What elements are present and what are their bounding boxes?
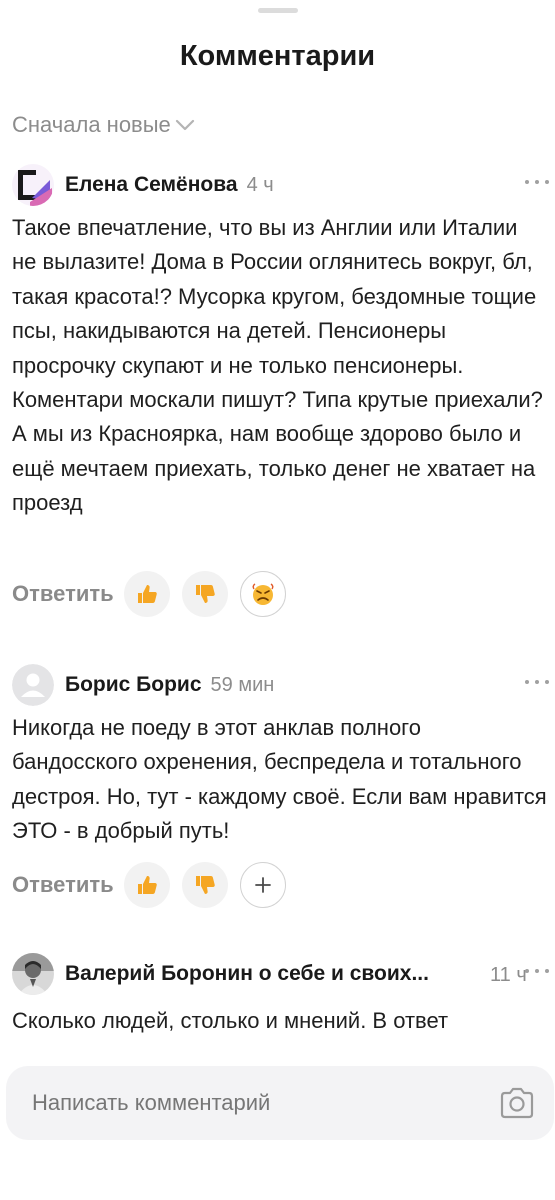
reply-button[interactable]: Ответить bbox=[12, 581, 114, 607]
comment-text: Никогда не поеду в этот анклав полного б… bbox=[12, 715, 547, 844]
comment-actions: Ответить bbox=[12, 571, 298, 617]
comment-item: Елена Семёнова 4 ч Такое впечатление, чт… bbox=[0, 163, 555, 633]
comment-header: Валерий Боронин о себе и своих... bbox=[12, 952, 482, 996]
avatar[interactable] bbox=[12, 164, 54, 206]
comment-time: 4 ч bbox=[246, 173, 274, 196]
comment-actions: Ответить bbox=[12, 862, 298, 908]
camera-icon[interactable] bbox=[498, 1087, 536, 1119]
comment-author[interactable]: Валерий Боронин о себе и своих... bbox=[65, 962, 429, 986]
sheet-grabber[interactable] bbox=[258, 8, 298, 13]
angry-face-icon[interactable] bbox=[239, 571, 286, 617]
chevron-down-icon bbox=[175, 119, 194, 131]
add-reaction-icon[interactable] bbox=[239, 862, 286, 908]
comment-author[interactable]: Елена Семёнова bbox=[65, 173, 238, 197]
comment-time: 59 мин bbox=[210, 673, 275, 696]
more-options-icon[interactable] bbox=[525, 677, 549, 687]
comment-input[interactable] bbox=[32, 1090, 452, 1116]
comment-item: Валерий Боронин о себе и своих... 11 ч С… bbox=[0, 952, 555, 1055]
thumbs-down-icon[interactable] bbox=[181, 862, 228, 908]
comment-composer bbox=[6, 1066, 554, 1140]
comment-header: Елена Семёнова 4 ч bbox=[12, 163, 274, 207]
comment-header: Борис Борис 59 мин bbox=[12, 663, 274, 707]
comments-list[interactable]: Елена Семёнова 4 ч Такое впечатление, чт… bbox=[0, 155, 555, 1055]
comment-item: Борис Борис 59 мин Никогда не поеду в эт… bbox=[0, 663, 555, 923]
more-options-icon[interactable] bbox=[525, 966, 549, 976]
more-options-icon[interactable] bbox=[525, 177, 549, 187]
comment-author[interactable]: Борис Борис bbox=[65, 673, 202, 697]
reply-button[interactable]: Ответить bbox=[12, 872, 114, 898]
comment-time: 11 ч bbox=[490, 964, 527, 986]
sort-dropdown[interactable]: Сначала новые bbox=[12, 112, 195, 138]
comment-text: Такое впечатление, что вы из Англии или … bbox=[12, 215, 543, 516]
thumbs-up-icon[interactable] bbox=[123, 862, 170, 908]
avatar[interactable] bbox=[12, 953, 54, 995]
comment-text: Сколько людей, столько и мнений. В ответ bbox=[12, 1008, 449, 1033]
page-title: Комментарии bbox=[179, 40, 376, 72]
thumbs-down-icon[interactable] bbox=[181, 571, 228, 617]
thumbs-up-icon[interactable] bbox=[123, 571, 170, 617]
avatar[interactable] bbox=[12, 664, 54, 706]
sort-label: Сначала новые bbox=[12, 112, 171, 137]
